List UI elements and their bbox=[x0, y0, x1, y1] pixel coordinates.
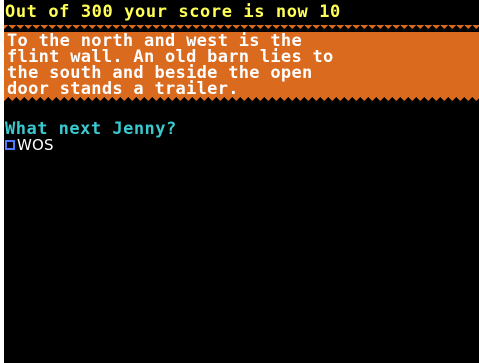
description-line: door stands a trailer. bbox=[7, 79, 239, 99]
score-status-bar: Out of 300 your score is now 10 bbox=[4, 0, 479, 24]
game-screen: Out of 300 your score is now 10 To the n… bbox=[4, 0, 479, 363]
command-input-text[interactable]: WOS bbox=[17, 137, 54, 153]
bottom-zigzag-border bbox=[4, 97, 479, 104]
command-input-line[interactable]: WOS bbox=[5, 137, 54, 153]
cursor-icon bbox=[5, 140, 15, 150]
location-description-panel: To the north and west is the flint wall.… bbox=[4, 32, 479, 99]
